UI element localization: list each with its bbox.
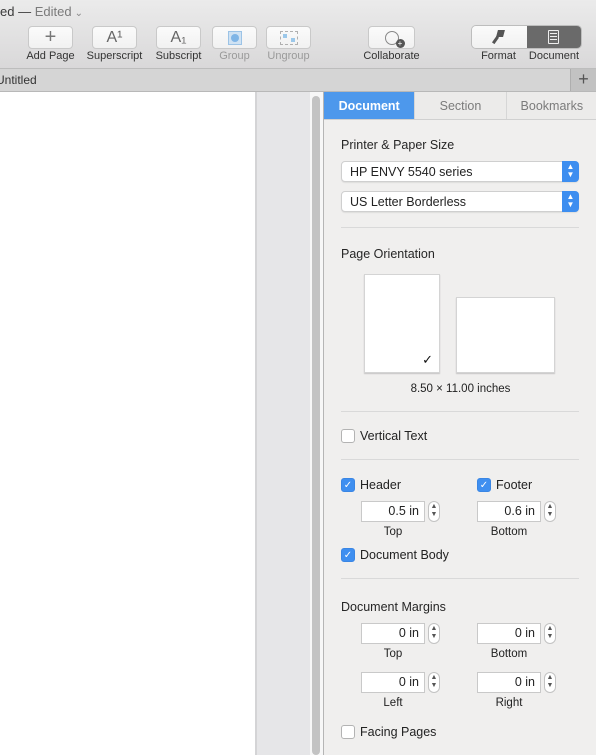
- subscript-label: Subscript: [155, 50, 202, 62]
- stepper-arrows-icon[interactable]: ▲ ▼: [544, 501, 556, 522]
- footer-bottom-input[interactable]: 0.6 in: [477, 501, 541, 522]
- subscript-icon: A₁: [170, 28, 187, 46]
- margin-left-caption: Left: [383, 697, 403, 709]
- inspector-toggle: [471, 25, 582, 49]
- document-body-checkbox[interactable]: ✓ Document Body: [341, 548, 449, 562]
- document-label: Document: [528, 50, 580, 62]
- document-body-label: Document Body: [360, 548, 449, 562]
- group-button[interactable]: [212, 26, 257, 49]
- divider: [341, 411, 579, 412]
- printer-value: HP ENVY 5540 series: [350, 165, 473, 179]
- add-tab-button[interactable]: +: [570, 69, 596, 91]
- format-segment[interactable]: [472, 26, 527, 48]
- facing-pages-label: Facing Pages: [360, 725, 437, 739]
- checkmark-icon: ✓: [422, 352, 433, 367]
- select-arrows-icon: ▲ ▼: [562, 161, 579, 182]
- select-arrows-icon: ▲ ▼: [562, 191, 579, 212]
- title-separator: —: [14, 4, 35, 19]
- document-segment[interactable]: [526, 26, 581, 48]
- page-orientation-heading: Page Orientation: [341, 247, 435, 261]
- tab-document[interactable]: Document: [324, 92, 415, 119]
- collaborate-label: Collaborate: [363, 50, 420, 62]
- divider: [341, 227, 579, 228]
- header-checkbox[interactable]: ✓ Header: [341, 478, 401, 492]
- paper-size-select[interactable]: US Letter Borderless ▲ ▼: [341, 191, 579, 212]
- document-name: ed: [0, 4, 15, 19]
- header-label: Header: [360, 478, 401, 492]
- margin-left-input[interactable]: 0 in: [361, 672, 425, 693]
- footer-label: Footer: [496, 478, 533, 492]
- footer-bottom-caption: Bottom: [490, 526, 528, 538]
- divider: [341, 459, 579, 460]
- tab-bar: Untitled +: [0, 69, 596, 92]
- checkmark-icon: ✓: [477, 478, 491, 492]
- stepper-arrows-icon[interactable]: ▲ ▼: [428, 623, 440, 644]
- add-page-button[interactable]: +: [28, 26, 73, 49]
- tab-section[interactable]: Section: [414, 92, 506, 119]
- inspector-tabs: Document Section Bookmarks: [324, 92, 596, 120]
- format-label: Format: [481, 50, 516, 62]
- footer-checkbox[interactable]: ✓ Footer: [477, 478, 532, 492]
- superscript-button[interactable]: A¹: [92, 26, 137, 49]
- header-top-input[interactable]: 0.5 in: [361, 501, 425, 522]
- stepper-arrows-icon[interactable]: ▲ ▼: [428, 501, 440, 522]
- vertical-text-label: Vertical Text: [360, 429, 428, 443]
- ungroup-label: Ungroup: [267, 50, 310, 62]
- tab-untitled[interactable]: Untitled: [0, 73, 37, 87]
- document-page[interactable]: [0, 92, 255, 755]
- document-margins-heading: Document Margins: [341, 600, 446, 614]
- edited-status: Edited: [34, 4, 72, 19]
- document-icon: [548, 30, 560, 44]
- stepper-arrows-icon[interactable]: ▲ ▼: [544, 672, 556, 693]
- canvas-background: [255, 92, 311, 755]
- subscript-button[interactable]: A₁: [156, 26, 201, 49]
- superscript-label: Superscript: [86, 50, 143, 62]
- header-top-caption: Top: [383, 526, 403, 538]
- scrollbar-thumb[interactable]: [312, 96, 320, 755]
- margin-bottom-caption: Bottom: [490, 648, 528, 660]
- margin-top-caption: Top: [383, 648, 403, 660]
- checkbox-box: [341, 725, 355, 739]
- vertical-text-checkbox[interactable]: Vertical Text: [341, 429, 427, 443]
- facing-pages-checkbox[interactable]: Facing Pages: [341, 725, 436, 739]
- collaborate-button[interactable]: +: [368, 26, 415, 49]
- checkmark-icon: ✓: [341, 478, 355, 492]
- plus-icon: +: [578, 69, 589, 89]
- printer-paper-heading: Printer & Paper Size: [341, 138, 455, 152]
- margin-right-input[interactable]: 0 in: [477, 672, 541, 693]
- stepper-arrows-icon[interactable]: ▲ ▼: [544, 623, 556, 644]
- tab-bookmarks[interactable]: Bookmarks: [505, 92, 596, 119]
- margin-top-input[interactable]: 0 in: [361, 623, 425, 644]
- divider: [341, 578, 579, 579]
- add-page-label: Add Page: [26, 50, 75, 62]
- document-inspector: Document Section Bookmarks Printer & Pap…: [323, 92, 596, 755]
- paintbrush-icon: [492, 30, 506, 45]
- margin-right-caption: Right: [495, 697, 523, 709]
- toolbar: ed — Edited ⌄ + Add Page A¹ Superscript A…: [0, 0, 596, 69]
- stepper-arrows-icon[interactable]: ▲ ▼: [428, 672, 440, 693]
- chevron-down-icon[interactable]: ⌄: [75, 8, 83, 19]
- page-dimensions: 8.50 × 11.00 inches: [410, 383, 511, 395]
- superscript-icon: A¹: [106, 28, 123, 46]
- margin-bottom-input[interactable]: 0 in: [477, 623, 541, 644]
- printer-select[interactable]: HP ENVY 5540 series ▲ ▼: [341, 161, 579, 182]
- paper-size-value: US Letter Borderless: [350, 195, 467, 209]
- landscape-orientation-option[interactable]: [456, 297, 555, 373]
- ungroup-button[interactable]: [266, 26, 311, 49]
- checkmark-icon: ✓: [341, 548, 355, 562]
- checkbox-box: [341, 429, 355, 443]
- portrait-orientation-option[interactable]: ✓: [364, 274, 440, 373]
- group-icon: [227, 30, 242, 45]
- collaborate-icon: +: [384, 30, 405, 48]
- window-title[interactable]: ed — Edited ⌄: [0, 4, 83, 19]
- plus-icon: +: [44, 26, 57, 48]
- ungroup-icon: [279, 30, 298, 45]
- group-label: Group: [219, 50, 250, 62]
